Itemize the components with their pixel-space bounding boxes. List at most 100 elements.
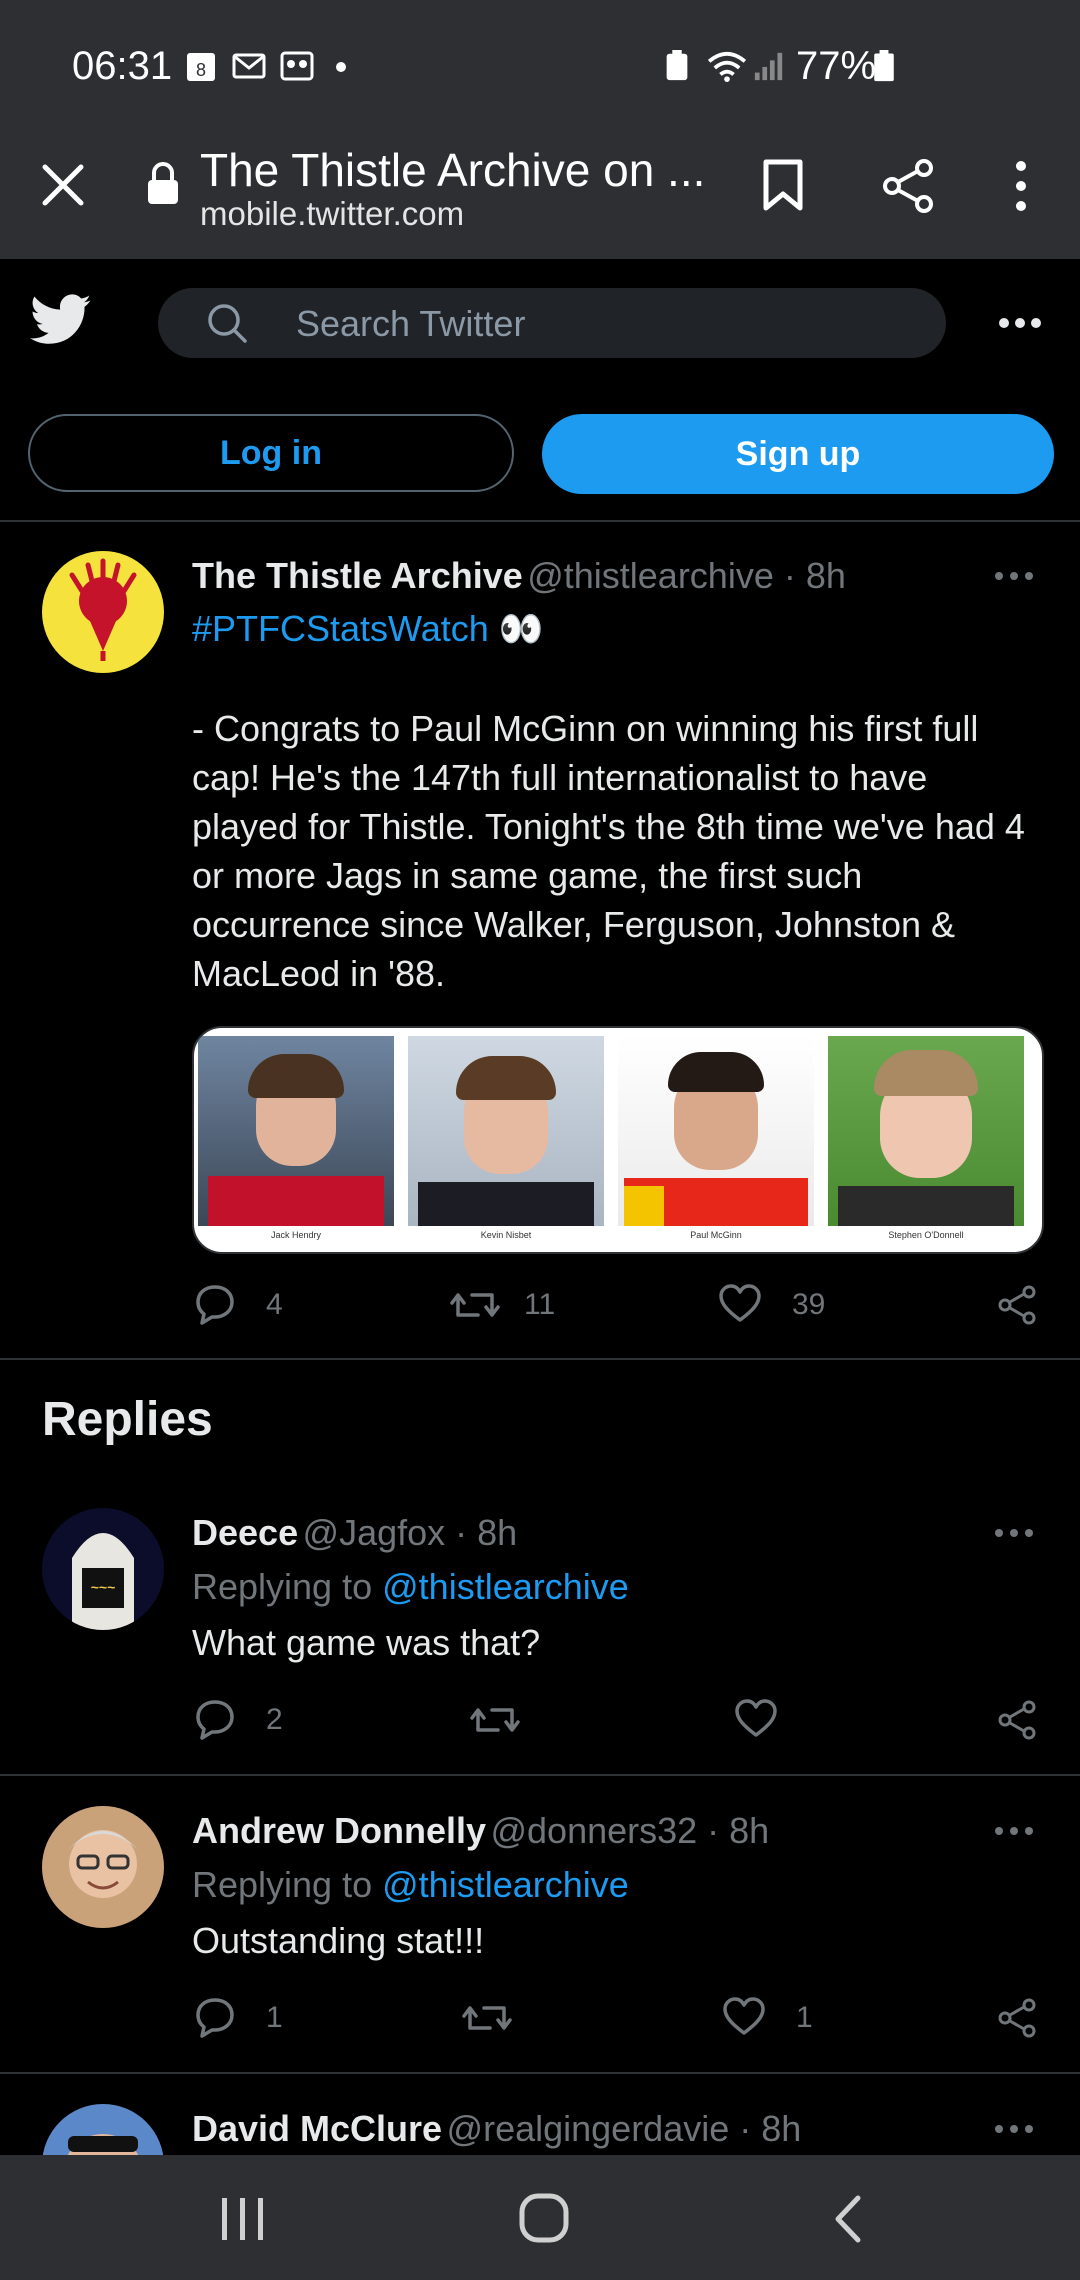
share-icon[interactable] bbox=[880, 158, 936, 214]
hair-shape bbox=[248, 1054, 344, 1098]
retweet-icon[interactable] bbox=[470, 1700, 520, 1740]
divider bbox=[0, 1358, 1080, 1360]
reply-text: What game was that? bbox=[192, 1622, 541, 1663]
author-name[interactable]: The Thistle Archive bbox=[192, 555, 523, 596]
replying-to-link[interactable]: @thistlearchive bbox=[382, 1566, 629, 1607]
replies-heading: Replies bbox=[42, 1393, 213, 1446]
search-input[interactable] bbox=[158, 288, 946, 358]
retweet-count: 11 bbox=[524, 1288, 556, 1321]
photo-caption: Stephen O'Donnell bbox=[888, 1230, 964, 1240]
reply-count: 1 bbox=[266, 2001, 283, 2034]
tweet-text: - Congrats to Paul McGinn on winning his… bbox=[192, 708, 1025, 994]
shirt-shape bbox=[418, 1182, 594, 1226]
photo-paul-mcginn bbox=[618, 1036, 814, 1226]
photo-caption: Kevin Nisbet bbox=[480, 1230, 532, 1240]
avatar-david-mcclure[interactable] bbox=[42, 2104, 164, 2155]
reply-more-icon[interactable] bbox=[994, 1825, 1034, 1837]
like-icon[interactable] bbox=[718, 1284, 762, 1324]
avatar-deece[interactable]: ~~~ bbox=[42, 1508, 164, 1630]
reply-author-handle-time[interactable]: @Jagfox · 8h bbox=[303, 1512, 518, 1553]
reply-author-name[interactable]: Deece bbox=[192, 1512, 298, 1553]
back-icon[interactable] bbox=[828, 2194, 868, 2244]
page-url[interactable]: mobile.twitter.com bbox=[200, 195, 464, 233]
page-title[interactable]: The Thistle Archive on ... bbox=[200, 143, 705, 197]
lock-icon bbox=[148, 162, 178, 204]
svg-text:~~~: ~~~ bbox=[91, 1579, 116, 1595]
divider bbox=[0, 520, 1080, 522]
replying-to: Replying to @thistlearchive bbox=[192, 1566, 629, 1608]
browser-menu-icon[interactable] bbox=[1008, 160, 1034, 212]
wifi-icon bbox=[707, 51, 747, 82]
hashtag-link[interactable]: #PTFCStatsWatch bbox=[192, 608, 489, 649]
reply-more-icon[interactable] bbox=[994, 2123, 1034, 2135]
tweet-more-icon[interactable] bbox=[994, 570, 1034, 582]
shirt-shape bbox=[838, 1186, 1014, 1226]
reply-header: Deece @Jagfox · 8h bbox=[192, 1512, 517, 1554]
hashtag-line: #PTFCStatsWatch 👀 bbox=[192, 608, 544, 650]
home-icon[interactable] bbox=[518, 2192, 570, 2244]
reply-author-name[interactable]: Andrew Donnelly bbox=[192, 1810, 486, 1851]
calendar-icon: 8 bbox=[187, 53, 215, 81]
reply-author-handle-time[interactable]: @realgingerdavie · 8h bbox=[447, 2108, 802, 2149]
twitter-bird-icon[interactable] bbox=[30, 294, 92, 346]
shirt-shape bbox=[208, 1176, 384, 1226]
retweet-icon[interactable] bbox=[450, 1285, 500, 1325]
shirt-stripe bbox=[624, 1186, 664, 1226]
replying-to-link[interactable]: @thistlearchive bbox=[382, 1864, 629, 1905]
eyes-emoji: 👀 bbox=[498, 608, 544, 649]
photo-jack-hendry bbox=[198, 1036, 394, 1226]
photo-caption: Jack Hendry bbox=[270, 1230, 322, 1240]
search-placeholder: Search Twitter bbox=[296, 303, 526, 344]
divider bbox=[0, 1774, 1080, 1776]
signup-button[interactable]: Sign up bbox=[542, 414, 1054, 494]
photo-kevin-nisbet bbox=[408, 1036, 604, 1226]
more-notifications-dot bbox=[336, 62, 346, 72]
signal-icon bbox=[754, 52, 783, 81]
photo-caption: Paul McGinn bbox=[690, 1230, 742, 1240]
notif-badge: 8 bbox=[196, 60, 206, 80]
status-bar: 06:31 8 77% bbox=[0, 0, 1080, 125]
avatar-andrew-donnelly[interactable] bbox=[42, 1806, 164, 1928]
reply-icon[interactable] bbox=[194, 1283, 236, 1325]
like-icon[interactable] bbox=[722, 1997, 766, 2037]
author-handle-time[interactable]: @thistlearchive · 8h bbox=[527, 555, 846, 596]
reply-header: David McClure @realgingerdavie · 8h bbox=[192, 2108, 801, 2150]
reply-author-handle-time[interactable]: @donners32 · 8h bbox=[490, 1810, 769, 1851]
like-count: 1 bbox=[796, 2001, 813, 2034]
divider bbox=[0, 2072, 1080, 2074]
reply-icon[interactable] bbox=[194, 1996, 236, 2038]
reply-author-name[interactable]: David McClure bbox=[192, 2108, 442, 2149]
reply-text: Outstanding stat!!! bbox=[192, 1920, 485, 1961]
search-icon bbox=[208, 304, 247, 343]
close-icon[interactable] bbox=[40, 162, 86, 208]
clock: 06:31 bbox=[72, 44, 173, 88]
reply-share-icon[interactable] bbox=[996, 1997, 1038, 2039]
battery-icon bbox=[874, 50, 894, 82]
like-icon[interactable] bbox=[734, 1699, 778, 1739]
replying-to: Replying to @thistlearchive bbox=[192, 1864, 629, 1906]
tweet-share-icon[interactable] bbox=[996, 1284, 1038, 1326]
reply-count: 2 bbox=[266, 1703, 283, 1736]
tweet-image[interactable]: Jack Hendry Kevin Nisbet Paul McGinn Ste… bbox=[192, 1026, 1044, 1254]
avatar-thistle-archive[interactable] bbox=[42, 551, 164, 673]
recent-apps-icon[interactable] bbox=[218, 2196, 268, 2242]
tweet-header: The Thistle Archive @thistlearchive · 8h bbox=[192, 555, 992, 597]
retweet-icon[interactable] bbox=[462, 1998, 512, 2038]
reply-header: Andrew Donnelly @donners32 · 8h bbox=[192, 1810, 769, 1852]
login-button[interactable]: Log in bbox=[28, 414, 514, 492]
voicemail-icon bbox=[280, 51, 314, 81]
like-count: 39 bbox=[792, 1288, 826, 1321]
bookmark-icon[interactable] bbox=[758, 158, 808, 212]
hair-shape bbox=[456, 1056, 556, 1100]
hair-shape bbox=[668, 1052, 764, 1092]
battery-saver-icon bbox=[666, 50, 688, 81]
photo-stephen-odonnell bbox=[828, 1036, 1024, 1226]
reply-share-icon[interactable] bbox=[996, 1699, 1038, 1741]
reply-count: 4 bbox=[266, 1288, 283, 1321]
replying-to-prefix: Replying to bbox=[192, 1864, 373, 1905]
replying-to-prefix: Replying to bbox=[192, 1566, 373, 1607]
more-options-icon[interactable] bbox=[998, 316, 1042, 330]
reply-more-icon[interactable] bbox=[994, 1527, 1034, 1539]
battery-percent: 77% bbox=[796, 44, 877, 88]
reply-icon[interactable] bbox=[194, 1698, 236, 1740]
